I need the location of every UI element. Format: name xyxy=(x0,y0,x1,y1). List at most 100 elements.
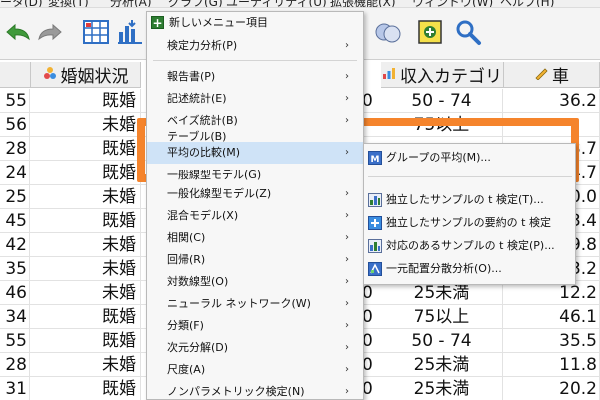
cell-income[interactable]: 50 - 74 xyxy=(381,329,503,353)
cell-age[interactable]: 28 xyxy=(0,137,30,161)
cell-income[interactable]: 50 - 74 xyxy=(381,89,503,113)
menu-item-bayesian[interactable]: ベイズ統計(B) › xyxy=(147,110,363,132)
cell-marital[interactable]: 未婚 xyxy=(31,233,141,257)
chevron-right-icon: › xyxy=(345,276,349,287)
goto-case-icon[interactable] xyxy=(80,16,112,48)
cell-age[interactable]: 45 xyxy=(0,209,30,233)
cell-income[interactable]: 25未満 xyxy=(381,377,503,400)
cell-car[interactable]: 46.1 xyxy=(504,305,600,329)
cell-car[interactable]: 35.5 xyxy=(504,329,600,353)
menu-item-classify[interactable]: 分類(F) › xyxy=(147,315,363,337)
analyze-menu: + 新しいメニュー項目 検定力分析(P) › 報告書(P) › 記述統計(E) … xyxy=(146,11,364,400)
menu-item-new-item[interactable]: + 新しいメニュー項目 xyxy=(147,12,363,34)
cell-marital[interactable]: 既婚 xyxy=(31,305,141,329)
search-icon[interactable] xyxy=(452,16,484,48)
submenu-item-paired-t-test[interactable]: 対応のあるサンプルの t 検定(P)... xyxy=(364,235,575,257)
cell-partial-value[interactable]: 0 xyxy=(362,305,380,329)
menu-item-regression[interactable]: 回帰(R) › xyxy=(147,249,363,271)
cell-car[interactable]: 20.2 xyxy=(504,377,600,400)
value-labels-icon[interactable] xyxy=(414,16,446,48)
submenu-item-means[interactable]: M グループの平均(M)... xyxy=(364,147,575,169)
column-header-label: 収入カテゴリ xyxy=(400,67,502,87)
menu-item-generalized-linear-models[interactable]: 一般化線型モデル(Z) › xyxy=(147,183,363,205)
menu-extensions[interactable]: 拡張機能(X) xyxy=(330,0,396,7)
cell-car[interactable] xyxy=(504,113,600,137)
menu-item-mixed-models[interactable]: 混合モデル(X) › xyxy=(147,205,363,227)
cell-income[interactable]: 75以上 xyxy=(381,113,503,137)
cell-car[interactable]: 36.2 xyxy=(504,89,600,113)
cell-age[interactable]: 24 xyxy=(0,161,30,185)
undo-icon[interactable] xyxy=(2,16,34,48)
cell-partial-value[interactable]: 0 xyxy=(362,353,380,377)
cell-marital[interactable]: 既婚 xyxy=(31,89,141,113)
chevron-right-icon: › xyxy=(345,232,349,243)
column-header-income[interactable]: 収入カテゴリ xyxy=(381,62,504,88)
cell-age[interactable]: 55 xyxy=(0,89,30,113)
menu-item-power-analysis[interactable]: 検定力分析(P) › xyxy=(147,35,363,57)
submenu-item-independent-t-test[interactable]: 独立したサンプルの t 検定(T)... xyxy=(364,189,575,211)
cell-age[interactable]: 46 xyxy=(0,281,30,305)
nominal-variable-icon xyxy=(43,65,57,85)
chevron-right-icon: › xyxy=(345,320,349,331)
cell-income[interactable]: 25未満 xyxy=(381,353,503,377)
cell-marital[interactable]: 既婚 xyxy=(31,377,141,400)
cell-age[interactable]: 35 xyxy=(0,257,30,281)
cell-car[interactable]: 11.8 xyxy=(504,353,600,377)
variables-icon[interactable] xyxy=(114,16,146,48)
menu-item-dimension-reduction[interactable]: 次元分解(D) › xyxy=(147,337,363,359)
menu-item-descriptives[interactable]: 記述統計(E) › xyxy=(147,88,363,110)
cell-age[interactable]: 56 xyxy=(0,113,30,137)
cell-partial-value[interactable]: 0 xyxy=(362,329,380,353)
ordinal-variable-icon xyxy=(382,65,396,85)
menu-item-loglinear[interactable]: 対数線型(O) › xyxy=(147,271,363,293)
cell-marital[interactable]: 既婚 xyxy=(31,137,141,161)
cell-income[interactable]: 75以上 xyxy=(381,305,503,329)
menu-item-reports[interactable]: 報告書(P) › xyxy=(147,66,363,88)
means-icon: M xyxy=(368,151,382,165)
chevron-right-icon: › xyxy=(345,364,349,375)
column-header-label: 車 xyxy=(552,67,569,87)
redo-icon[interactable] xyxy=(34,16,66,48)
cell-partial-value[interactable]: 0 xyxy=(362,377,380,400)
menu-utilities[interactable]: ユーティリティ(U) xyxy=(226,0,327,7)
menu-item-nonparametric-tests[interactable]: ノンパラメトリック検定(N) › xyxy=(147,381,363,400)
cell-age[interactable]: 28 xyxy=(0,353,30,377)
menu-graphs[interactable]: グラフ(G) xyxy=(168,0,223,7)
cell-marital[interactable]: 未婚 xyxy=(31,281,141,305)
menu-transform[interactable]: 変換(T) xyxy=(48,0,89,7)
column-header-car[interactable]: 車 xyxy=(504,62,600,88)
cell-marital[interactable]: 未婚 xyxy=(31,185,141,209)
cell-marital[interactable]: 未婚 xyxy=(31,257,141,281)
menu-item-compare-means[interactable]: 平均の比較(M) › xyxy=(147,142,363,164)
cell-marital[interactable]: 既婚 xyxy=(31,329,141,353)
submenu-item-oneway-anova[interactable]: 一元配置分散分析(O)... xyxy=(364,258,575,280)
cell-marital[interactable]: 既婚 xyxy=(31,209,141,233)
column-header-marital[interactable]: 婚姻状況 xyxy=(31,62,141,88)
menu-analyze[interactable]: 分析(A) xyxy=(110,0,152,7)
chevron-right-icon: › xyxy=(345,115,349,126)
paired-t-icon xyxy=(368,239,382,253)
cell-age[interactable]: 25 xyxy=(0,185,30,209)
menu-separator xyxy=(153,60,357,61)
use-sets-icon[interactable] xyxy=(372,16,404,48)
submenu-item-summary-independent-t-test[interactable]: 独立したサンプルの要約の t 検定 xyxy=(364,212,575,234)
menu-data[interactable]: ータ(D) xyxy=(0,0,43,7)
menu-item-neural-networks[interactable]: ニューラル ネットワーク(W) › xyxy=(147,293,363,315)
column-header-label: 婚姻状況 xyxy=(60,67,129,87)
menu-item-scale[interactable]: 尺度(A) › xyxy=(147,359,363,381)
cell-age[interactable]: 42 xyxy=(0,233,30,257)
cell-age[interactable]: 31 xyxy=(0,377,30,400)
menu-item-general-linear-model[interactable]: 一般線型モデル(G) xyxy=(147,170,363,182)
menu-help[interactable]: ヘルプ(H) xyxy=(500,0,554,7)
cell-marital[interactable]: 既婚 xyxy=(31,161,141,185)
cell-marital[interactable]: 未婚 xyxy=(31,353,141,377)
chevron-right-icon: › xyxy=(345,188,349,199)
plus-icon: + xyxy=(151,16,164,30)
cell-marital[interactable]: 未婚 xyxy=(31,113,141,137)
menu-window[interactable]: ウィンドウ(W) xyxy=(412,0,493,7)
menu-item-correlate[interactable]: 相関(C) › xyxy=(147,227,363,249)
cell-age[interactable]: 34 xyxy=(0,305,30,329)
compare-means-submenu: M グループの平均(M)... 独立したサンプルの t 検定(T)... 独立し… xyxy=(363,143,576,285)
cell-age[interactable]: 55 xyxy=(0,329,30,353)
cell-partial-value[interactable]: 0 xyxy=(362,89,380,113)
